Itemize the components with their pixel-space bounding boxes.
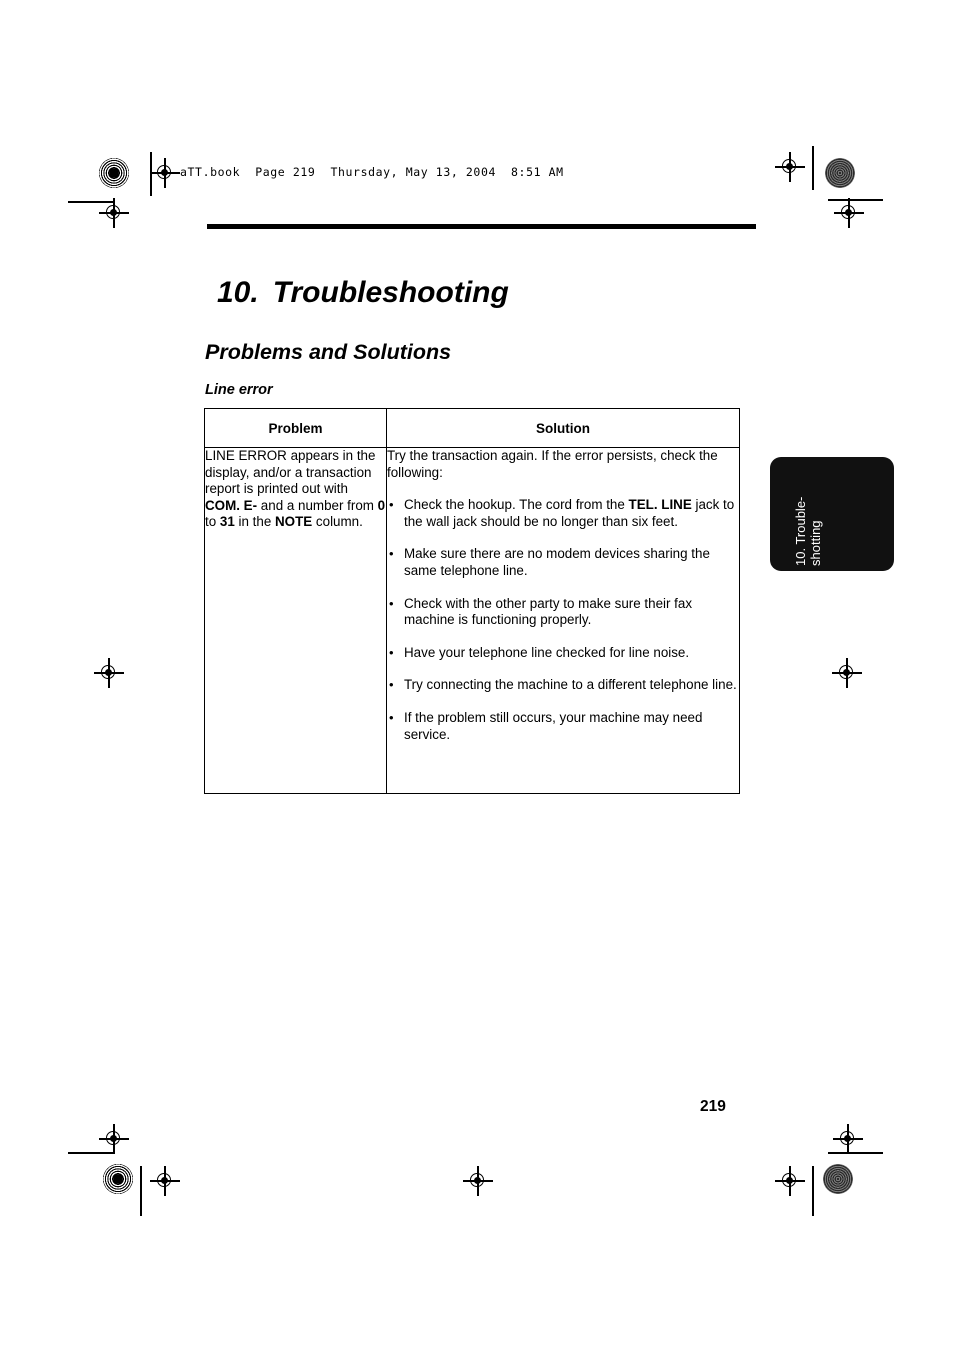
registration-mark-bottom-right	[775, 1166, 805, 1196]
registration-mark-top-right	[775, 152, 805, 182]
solution-bullet-list: • Check the hookup. The cord from the TEL…	[387, 497, 739, 743]
solution-bullet-text: Make sure there are no modem devices sha…	[404, 546, 710, 578]
halftone-dot-bottom-left	[103, 1164, 133, 1194]
chapter-number: 10.	[217, 276, 259, 310]
bullet-icon: •	[389, 546, 394, 562]
registration-mark-left-upper	[99, 198, 129, 228]
solution-cell: Try the transaction again. If the error …	[386, 447, 740, 794]
thumb-tab-label: 10. Trouble- shotting	[793, 462, 823, 566]
solution-bullet-item: • Check with the other party to make sure…	[387, 596, 739, 629]
subsection-heading: Line error	[205, 381, 273, 398]
solution-bullet-text: Try connecting the machine to a differen…	[404, 677, 737, 693]
problem-cell: LINE ERROR appears in the display, and/o…	[204, 447, 387, 794]
problem-description: LINE ERROR appears in the display, and/o…	[205, 448, 386, 530]
solution-bullet-text: Check with the other party to make sure …	[404, 595, 693, 628]
halftone-dot-top-right	[825, 158, 855, 188]
chapter-rule	[207, 224, 756, 229]
section-heading: Problems and Solutions	[205, 339, 452, 364]
solution-bullet-text: Check the hookup. The cord from the TEL.…	[404, 497, 735, 529]
chapter-title-text: Troubleshooting	[272, 276, 509, 310]
column-header-solution: Solution	[386, 408, 740, 448]
bullet-icon: •	[389, 497, 394, 513]
table-header-row: Problem Solution	[204, 408, 740, 448]
solution-bullet-text: If the problem still occurs, your machin…	[404, 709, 703, 742]
solution-bullet-item: • Make sure there are no modem devices sh…	[387, 546, 739, 579]
solution-bullet-item: • Try connecting the machine to a differe…	[387, 677, 739, 694]
registration-mark-right-lower	[833, 1124, 863, 1154]
registration-mark-top-left	[150, 158, 180, 188]
page-title: 10. Troubleshooting	[217, 276, 509, 310]
running-header: aTT.book Page 219 Thursday, May 13, 2004…	[180, 165, 564, 179]
registration-mark-bottom-left	[150, 1166, 180, 1196]
solution-intro: Try the transaction again. If the error …	[387, 448, 718, 480]
crop-rule-left-lower-horizontal	[68, 1152, 113, 1154]
bullet-icon: •	[389, 677, 394, 693]
solution-bullet-text: Have your telephone line checked for lin…	[404, 644, 690, 660]
registration-mark-right-middle	[832, 658, 862, 688]
problems-solutions-table: Problem Solution LINE ERROR appears in t…	[204, 408, 740, 794]
solution-bullet-item: • If the problem still occurs, your machi…	[387, 710, 739, 743]
table-row: LINE ERROR appears in the display, and/o…	[204, 447, 740, 794]
page-number: 219	[700, 1098, 726, 1115]
solution-bullet-item: • Check the hookup. The cord from the TEL…	[387, 497, 739, 530]
solution-bullet-item: • Have your telephone line checked for li…	[387, 645, 739, 662]
thumb-tab-line2: shotting	[808, 520, 823, 566]
halftone-dot-bottom-right	[823, 1164, 853, 1194]
chapter-thumb-tab: 10. Trouble- shotting	[770, 457, 894, 571]
bullet-icon: •	[389, 644, 394, 660]
registration-mark-right-upper	[834, 198, 864, 228]
registration-mark-bottom-center	[463, 1166, 493, 1196]
halftone-dot-top-left	[99, 158, 129, 188]
crop-rule-bottom-right-vertical	[812, 1166, 814, 1216]
crop-rule-bottom-left-vertical	[140, 1166, 142, 1216]
bullet-icon: •	[389, 595, 394, 611]
registration-mark-left-lower	[99, 1124, 129, 1154]
thumb-tab-line1: 10. Trouble-	[793, 496, 808, 566]
bullet-icon: •	[389, 709, 394, 725]
registration-mark-left-middle	[94, 658, 124, 688]
column-header-problem: Problem	[204, 408, 387, 448]
crop-rule-top-right-vertical	[812, 146, 814, 190]
crop-rule-right-lower-horizontal	[828, 1152, 883, 1154]
